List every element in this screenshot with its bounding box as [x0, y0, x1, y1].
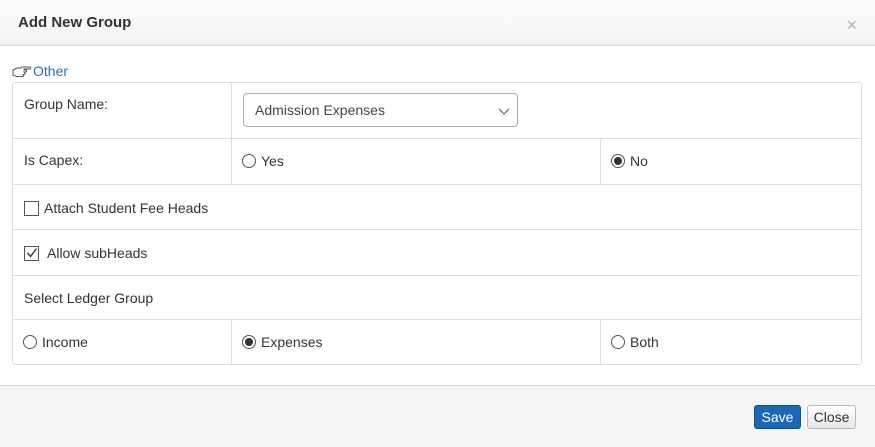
is-capex-label: Is Capex:	[24, 152, 84, 168]
ledger-both-radio-circle[interactable]	[611, 335, 625, 349]
capex-no-radio[interactable]: No	[611, 153, 648, 169]
is-capex-label-cell: Is Capex:	[13, 139, 232, 184]
group-name-select[interactable]: Admission Expenses	[243, 93, 518, 127]
group-name-label: Group Name:	[24, 96, 109, 112]
ledger-expenses-radio[interactable]: Expenses	[242, 334, 322, 350]
ledger-income-cell: Income	[13, 320, 232, 364]
allow-subheads-box[interactable]	[24, 245, 39, 261]
dialog-header: Add New Group ×	[0, 0, 875, 46]
capex-no-label: No	[630, 153, 648, 169]
attach-fee-heads-label: Attach Student Fee Heads	[44, 200, 209, 216]
allow-subheads-row: Allow subHeads	[13, 230, 861, 276]
attach-fee-heads-box[interactable]	[24, 200, 39, 216]
is-capex-row: Is Capex: Yes No	[13, 139, 861, 185]
group-form: Group Name: Admission Expenses Is Capex:	[12, 82, 862, 365]
allow-subheads-checkbox[interactable]: Allow subHeads	[24, 245, 147, 261]
ledger-both-cell: Both	[601, 320, 861, 364]
group-name-row: Group Name: Admission Expenses	[13, 83, 861, 139]
group-name-label-cell: Group Name:	[13, 83, 232, 138]
ledger-expenses-label: Expenses	[261, 334, 323, 350]
add-new-group-dialog: Add New Group × Other Group Name: Admiss…	[0, 0, 875, 447]
ledger-both-label: Both	[630, 334, 659, 350]
group-name-selected-value: Admission Expenses	[255, 102, 385, 118]
dialog-footer: Save Close	[0, 385, 875, 447]
ledger-group-options-row: Income Expenses Both	[13, 320, 861, 364]
capex-yes-radio[interactable]: Yes	[242, 153, 284, 169]
capex-no-radio-circle[interactable]	[611, 154, 625, 168]
capex-yes-label: Yes	[261, 153, 284, 169]
dialog-title: Add New Group	[18, 14, 132, 31]
allow-subheads-label: Allow subHeads	[47, 245, 148, 261]
attach-fee-heads-row: Attach Student Fee Heads	[13, 185, 861, 230]
close-button[interactable]: Close	[807, 405, 856, 429]
capex-yes-radio-circle[interactable]	[242, 154, 256, 168]
chevron-down-icon	[498, 104, 510, 116]
ledger-income-label: Income	[42, 334, 88, 350]
ledger-group-heading: Select Ledger Group	[24, 290, 154, 306]
ledger-both-radio[interactable]: Both	[611, 334, 659, 350]
ledger-expenses-radio-circle[interactable]	[242, 335, 256, 349]
ledger-group-heading-row: Select Ledger Group	[13, 276, 861, 320]
is-capex-no-cell: No	[601, 139, 861, 184]
pointing-hand-icon	[12, 64, 32, 78]
ledger-income-radio[interactable]: Income	[23, 334, 88, 350]
is-capex-yes-cell: Yes	[232, 139, 601, 184]
checkmark-icon	[26, 247, 38, 258]
group-name-field-cell: Admission Expenses	[232, 83, 861, 138]
section-other[interactable]: Other	[12, 62, 68, 80]
ledger-income-radio-circle[interactable]	[23, 335, 37, 349]
section-other-link[interactable]: Other	[33, 63, 68, 79]
close-icon[interactable]: ×	[846, 16, 857, 34]
ledger-expenses-cell: Expenses	[232, 320, 601, 364]
attach-fee-heads-checkbox[interactable]: Attach Student Fee Heads	[24, 200, 208, 216]
save-button[interactable]: Save	[754, 405, 801, 429]
